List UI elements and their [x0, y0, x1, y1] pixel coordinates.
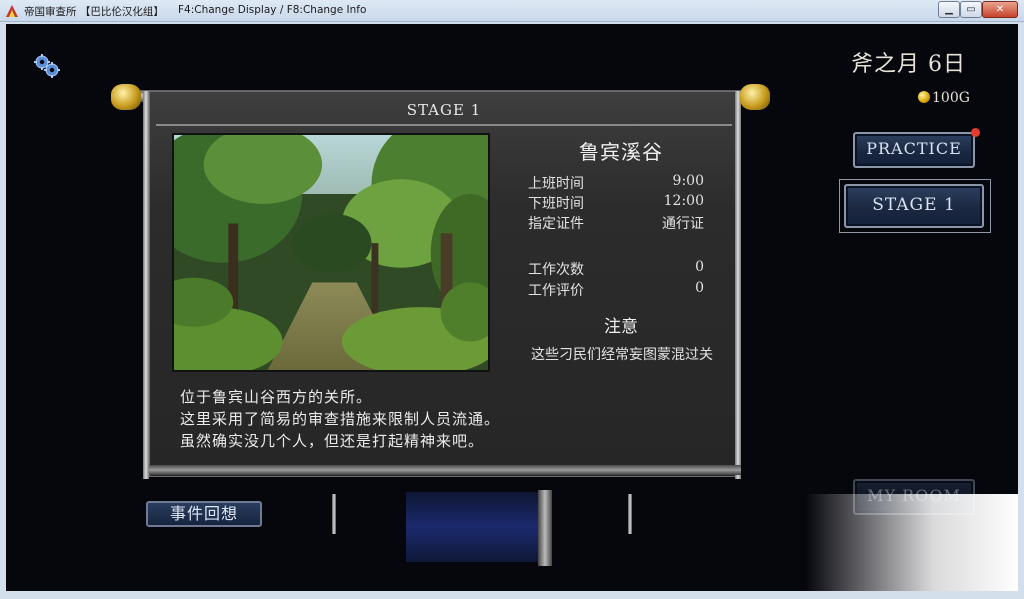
decor-post [332, 494, 336, 534]
window-titlebar[interactable]: 帝国审查所 【巴比伦汉化组】 F4:Change Display / F8:Ch… [0, 0, 1024, 22]
info-value: 9:00 [672, 173, 704, 189]
notice-text: 这些刁民们经常妄图蒙混过关 [531, 347, 713, 363]
info-label: 指定证件 [528, 216, 584, 232]
practice-button[interactable]: PRACTICE [853, 132, 975, 168]
decor-post [628, 494, 632, 534]
event-replay-button[interactable]: 事件回想 [146, 501, 262, 527]
stage1-button[interactable]: STAGE 1 [844, 184, 984, 228]
decor-banner [406, 492, 540, 562]
scroll-bottom-rod [149, 465, 741, 475]
coin-icon [918, 91, 930, 103]
description-line: 虽然确实没几个人，但还是打起精神来吧。 [180, 432, 485, 450]
scroll-right-rod [735, 91, 741, 479]
close-button[interactable]: ✕ [982, 1, 1018, 18]
scroll-left-rod [143, 91, 149, 479]
description-line: 位于鲁宾山谷西方的关所。 [180, 388, 373, 406]
info-value: 通行证 [662, 216, 704, 232]
minimize-button[interactable]: ▁ [938, 1, 960, 18]
game-screen: 斧之月 6日 100G STAGE 1 鲁宾溪谷 上班时间 9:00 下班时间 … [6, 24, 1018, 591]
scroll-knob-left [111, 84, 141, 110]
info-label: 工作次数 [528, 262, 584, 278]
info-row: 指定证件 通行证 [528, 213, 704, 233]
gold-amount: 100G [918, 90, 970, 106]
info-row: 下班时间 12:00 [528, 193, 704, 213]
description-line: 这里采用了简易的审查措施来限制人员流通。 [180, 410, 501, 428]
window-title: 帝国审查所 【巴比伦汉化组】 [24, 6, 164, 18]
info-row: 上班时间 9:00 [528, 173, 704, 193]
location-name: 鲁宾溪谷 [579, 140, 663, 164]
stage-title: STAGE 1 [406, 101, 482, 119]
maximize-button[interactable]: ▭ [960, 1, 982, 18]
info-row: 工作评价 0 [528, 280, 704, 300]
info-row: 工作次数 0 [528, 259, 704, 279]
app-icon [6, 5, 18, 17]
calendar-date: 斧之月 6日 [851, 52, 966, 77]
gold-value: 100G [932, 90, 970, 106]
info-label: 上班时间 [528, 176, 584, 192]
info-value: 12:00 [663, 193, 704, 209]
location-image [172, 133, 490, 372]
info-label: 工作评价 [528, 283, 584, 299]
notice-heading: 注意 [604, 317, 638, 337]
decor-cylinder [538, 490, 552, 566]
gears-icon[interactable] [32, 52, 62, 80]
notification-badge [971, 128, 980, 137]
info-label: 下班时间 [528, 196, 584, 212]
fade-overlay [806, 494, 1018, 591]
window-hint: F4:Change Display / F8:Change Info [178, 4, 367, 16]
info-value: 0 [695, 259, 704, 275]
scroll-knob-right [740, 84, 770, 110]
info-value: 0 [695, 280, 704, 296]
title-divider [156, 124, 732, 126]
